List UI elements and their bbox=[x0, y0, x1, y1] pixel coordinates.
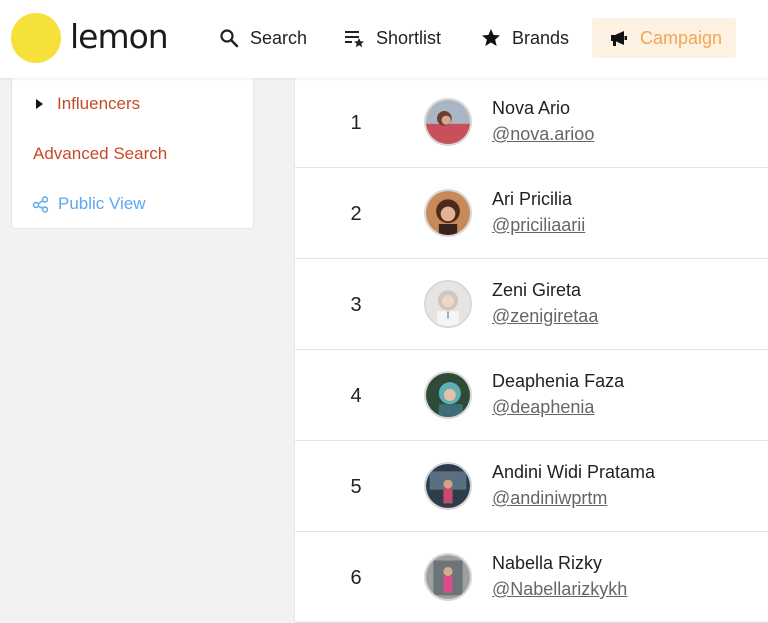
influencer-name: Zeni Gireta bbox=[492, 280, 582, 300]
influencer-name: Nova Ario bbox=[492, 98, 571, 118]
nav-search-label: Search bbox=[250, 27, 308, 48]
influencer-handle[interactable]: @andiniwprtm bbox=[492, 488, 607, 509]
list-item[interactable]: 6 Nabella Rizky @Nabellarizkykh bbox=[295, 533, 768, 623]
megaphone-icon bbox=[608, 27, 630, 49]
nav-search[interactable]: Search bbox=[218, 18, 307, 58]
influencer-handle[interactable]: @priciliaarii bbox=[492, 215, 585, 236]
influencer-list: 1 Nova Ario @nova.arioo 2 Ari Pricilia @… bbox=[294, 78, 768, 623]
avatar[interactable] bbox=[424, 553, 472, 601]
rank-number: 3 bbox=[350, 293, 362, 316]
caret-right-icon bbox=[36, 99, 43, 109]
logo-wordmark[interactable]: lemon bbox=[70, 17, 169, 56]
star-icon bbox=[480, 27, 502, 49]
rank-number: 1 bbox=[350, 111, 362, 134]
influencer-handle[interactable]: @nova.arioo bbox=[492, 124, 594, 145]
nav-campaign[interactable]: Campaign bbox=[592, 18, 736, 58]
sidebar-item-label: Influencers bbox=[57, 94, 141, 113]
nav-brands[interactable]: Brands bbox=[480, 18, 569, 58]
rank-number: 5 bbox=[350, 475, 362, 498]
sidebar-item-label: Advanced Search bbox=[33, 144, 168, 163]
nav-brands-label: Brands bbox=[512, 27, 570, 48]
logo-mark[interactable] bbox=[11, 13, 61, 63]
search-icon bbox=[218, 27, 240, 49]
list-item[interactable]: 5 Andini Widi Pratama @andiniwprtm bbox=[295, 442, 768, 532]
list-item[interactable]: 2 Ari Pricilia @priciliaarii bbox=[295, 169, 768, 259]
avatar[interactable] bbox=[424, 280, 472, 328]
avatar[interactable] bbox=[424, 98, 472, 146]
rank-number: 4 bbox=[350, 384, 362, 407]
nav-campaign-label: Campaign bbox=[640, 27, 723, 48]
top-header: lemon Search Shortlist Brands Campaign bbox=[0, 0, 768, 78]
sidebar-item-public-view[interactable]: Public View bbox=[32, 194, 146, 214]
sidebar: Influencers Advanced Search Public View bbox=[11, 78, 254, 229]
list-item[interactable]: 4 Deaphenia Faza @deaphenia bbox=[295, 351, 768, 441]
nav-shortlist-label: Shortlist bbox=[376, 27, 442, 48]
nav-shortlist[interactable]: Shortlist bbox=[344, 18, 441, 58]
influencer-handle[interactable]: @deaphenia bbox=[492, 397, 594, 418]
influencer-name: Andini Widi Pratama bbox=[492, 462, 656, 482]
list-item[interactable]: 1 Nova Ario @nova.arioo bbox=[295, 78, 768, 168]
influencer-handle[interactable]: @Nabellarizkykh bbox=[492, 579, 627, 600]
avatar[interactable] bbox=[424, 371, 472, 419]
list-item[interactable]: 3 Zeni Gireta @zenigiretaa bbox=[295, 260, 768, 350]
sidebar-item-influencers[interactable]: Influencers bbox=[36, 94, 140, 114]
influencer-name: Ari Pricilia bbox=[492, 189, 573, 209]
sidebar-item-advanced-search[interactable]: Advanced Search bbox=[33, 144, 167, 164]
rank-number: 2 bbox=[350, 202, 362, 225]
shortlist-icon bbox=[344, 27, 366, 49]
rank-number: 6 bbox=[350, 566, 362, 589]
avatar[interactable] bbox=[424, 462, 472, 510]
influencer-name: Deaphenia Faza bbox=[492, 371, 625, 391]
avatar[interactable] bbox=[424, 189, 472, 237]
sidebar-item-label: Public View bbox=[58, 194, 146, 213]
share-icon bbox=[32, 195, 50, 213]
influencer-name: Nabella Rizky bbox=[492, 553, 603, 573]
influencer-handle[interactable]: @zenigiretaa bbox=[492, 306, 598, 327]
